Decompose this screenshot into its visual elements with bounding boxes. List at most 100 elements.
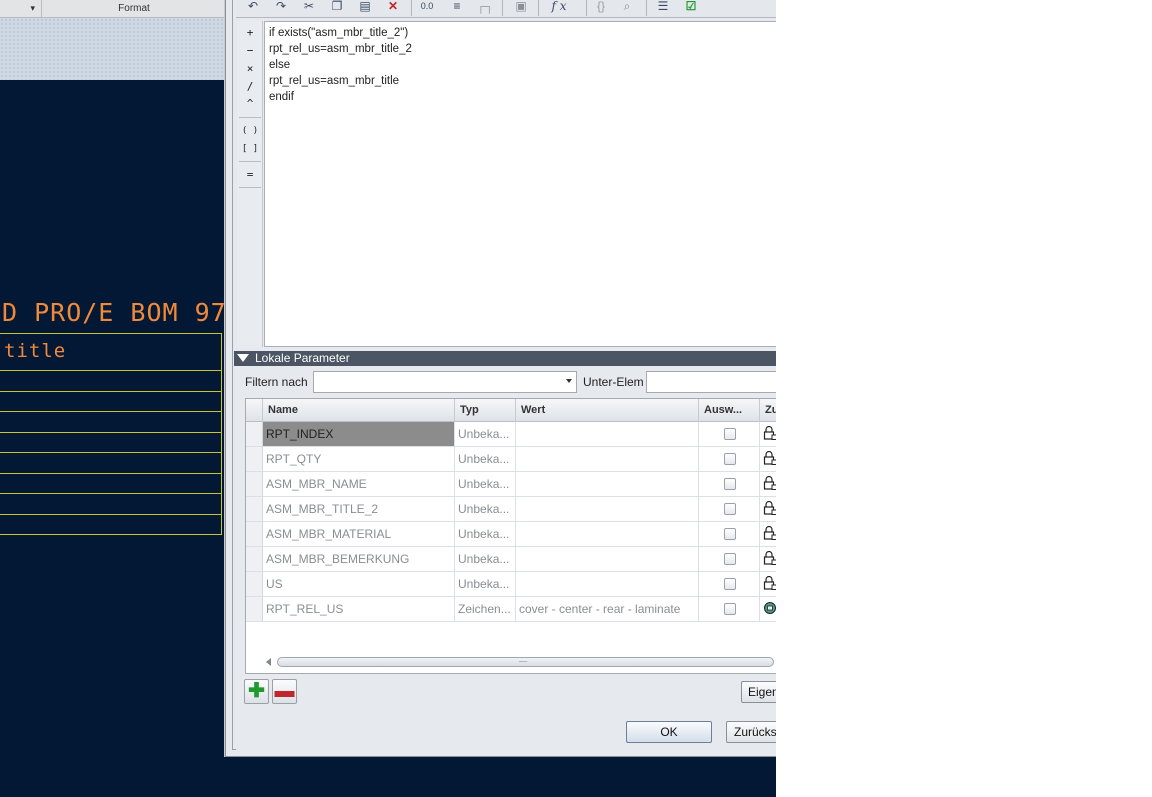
horizontal-scrollbar[interactable]: ┈┈ (264, 656, 774, 668)
cell-wert[interactable] (516, 522, 699, 546)
designate-checkbox[interactable] (724, 553, 736, 565)
table-row[interactable]: ASM_MBR_BEMERKUNG Unbeka... (246, 547, 776, 572)
cell-name[interactable]: ASM_MBR_BEMERKUNG (263, 547, 455, 571)
delete-icon[interactable]: ✕ (384, 0, 402, 14)
row-header[interactable] (246, 547, 263, 571)
table-row[interactable]: US Unbeka... (246, 572, 776, 597)
relations-editor[interactable]: if exists("asm_mbr_title_2") rpt_rel_us=… (264, 21, 776, 347)
designate-checkbox[interactable] (724, 528, 736, 540)
cell-wert[interactable] (516, 497, 699, 521)
row-header[interactable] (246, 597, 263, 621)
copy-icon[interactable]: ❐ (328, 0, 346, 14)
cell-wert[interactable]: cover - center - rear - laminate (516, 597, 699, 621)
cell-name[interactable]: ASM_MBR_MATERIAL (263, 522, 455, 546)
local-parameters-header[interactable]: Lokale Parameter (234, 351, 776, 366)
cell-typ[interactable]: Unbeka... (455, 522, 516, 546)
cut-icon[interactable]: ✂ (300, 0, 318, 14)
lock-icon[interactable] (763, 551, 776, 565)
insert-parameter-icon[interactable]: ┌┐ (476, 0, 494, 14)
row-header[interactable] (246, 572, 263, 596)
function-icon[interactable]: f x (544, 0, 574, 14)
cell-name[interactable]: RPT_QTY (263, 447, 455, 471)
sub-element-input[interactable] (646, 371, 776, 393)
redo-icon[interactable]: ↷ (272, 0, 290, 14)
designate-checkbox[interactable] (724, 603, 736, 615)
braces-icon[interactable]: {} (592, 0, 610, 14)
row-header[interactable] (246, 447, 263, 471)
column-header-typ[interactable]: Typ (455, 399, 516, 422)
lock-icon[interactable] (763, 426, 776, 440)
designate-checkbox[interactable] (724, 503, 736, 515)
cell-typ[interactable]: Unbeka... (455, 472, 516, 496)
designate-checkbox[interactable] (724, 478, 736, 490)
power-operator-button[interactable]: ^ (240, 96, 260, 112)
cell-wert[interactable] (516, 422, 699, 446)
add-parameter-button[interactable]: ✚ (244, 679, 269, 704)
sort-icon[interactable]: ☰ (654, 0, 672, 14)
search-icon[interactable]: ⌕ (618, 0, 636, 14)
cell-name[interactable]: ASM_MBR_NAME (263, 472, 455, 496)
cell-typ[interactable]: Unbeka... (455, 422, 516, 446)
verify-icon[interactable]: ☑ (682, 0, 700, 14)
lock-icon[interactable] (763, 501, 776, 515)
brackets-operator-button[interactable]: [ ] (240, 141, 260, 157)
lock-icon[interactable] (763, 476, 776, 490)
row-header[interactable] (246, 472, 263, 496)
multiply-operator-button[interactable]: × (240, 61, 260, 77)
designate-checkbox[interactable] (724, 453, 736, 465)
filter-dropdown[interactable] (313, 371, 577, 393)
column-header-zu[interactable]: Zu (760, 399, 776, 422)
scrollbar-thumb[interactable]: ┈┈ (277, 657, 774, 667)
parentheses-operator-button[interactable]: ( ) (240, 123, 260, 139)
lock-icon[interactable] (763, 451, 776, 465)
cell-ausw (699, 547, 760, 571)
row-header[interactable] (246, 522, 263, 546)
row-header[interactable] (246, 422, 263, 446)
table-row[interactable]: RPT_QTY Unbeka... (246, 447, 776, 472)
cell-name[interactable]: ASM_MBR_TITLE_2 (263, 497, 455, 521)
table-row[interactable]: RPT_INDEX Unbeka... (246, 422, 776, 447)
column-header-name[interactable]: Name (263, 399, 455, 422)
lock-icon[interactable] (763, 576, 776, 590)
ribbon-dropdown[interactable]: ▾ (0, 0, 42, 17)
cell-wert[interactable] (516, 572, 699, 596)
properties-button[interactable]: Eigen (741, 681, 776, 703)
table-row[interactable]: ASM_MBR_NAME Unbeka... (246, 472, 776, 497)
designate-checkbox[interactable] (724, 428, 736, 440)
plus-operator-button[interactable]: + (240, 25, 260, 41)
paste-icon[interactable]: ▤ (356, 0, 374, 14)
ribbon-group-format[interactable]: Format (43, 0, 225, 17)
equals-operator-button[interactable]: = (240, 167, 260, 183)
minus-operator-button[interactable]: − (240, 43, 260, 59)
reset-button[interactable]: Zurücks (726, 721, 776, 743)
cell-name[interactable]: RPT_REL_US (263, 597, 455, 621)
ok-button[interactable]: OK (626, 721, 712, 743)
table-row[interactable]: ASM_MBR_TITLE_2 Unbeka... (246, 497, 776, 522)
table-row[interactable]: RPT_REL_US Zeichen... cover - center - rea… (246, 597, 776, 622)
units-icon[interactable]: 0.0 (418, 0, 436, 14)
cell-typ[interactable]: Unbeka... (455, 547, 516, 571)
designate-checkbox[interactable] (724, 578, 736, 590)
cell-wert[interactable] (516, 547, 699, 571)
remove-parameter-button[interactable]: ▬ (272, 679, 297, 704)
cell-wert[interactable] (516, 472, 699, 496)
cell-name[interactable]: RPT_INDEX (263, 422, 455, 446)
lock-icon[interactable] (763, 526, 776, 540)
cell-typ[interactable]: Zeichen... (455, 597, 516, 621)
cell-typ[interactable]: Unbeka... (455, 572, 516, 596)
table-row[interactable]: ASM_MBR_MATERIAL Unbeka... (246, 522, 776, 547)
cell-name[interactable]: US (263, 572, 455, 596)
cell-wert[interactable] (516, 447, 699, 471)
undo-icon[interactable]: ↶ (244, 0, 262, 14)
column-header-ausw[interactable]: Ausw... (699, 399, 760, 422)
relation-icon[interactable] (763, 601, 776, 615)
parameter-icon[interactable]: ≡ (448, 0, 466, 14)
column-header-wert[interactable]: Wert (516, 399, 699, 422)
scroll-left-icon[interactable] (266, 658, 271, 666)
bom-row-line (0, 493, 222, 494)
row-header[interactable] (246, 497, 263, 521)
divide-operator-button[interactable]: / (240, 79, 260, 95)
cell-typ[interactable]: Unbeka... (455, 447, 516, 471)
cell-typ[interactable]: Unbeka... (455, 497, 516, 521)
select-icon[interactable]: ▣ (512, 0, 530, 14)
